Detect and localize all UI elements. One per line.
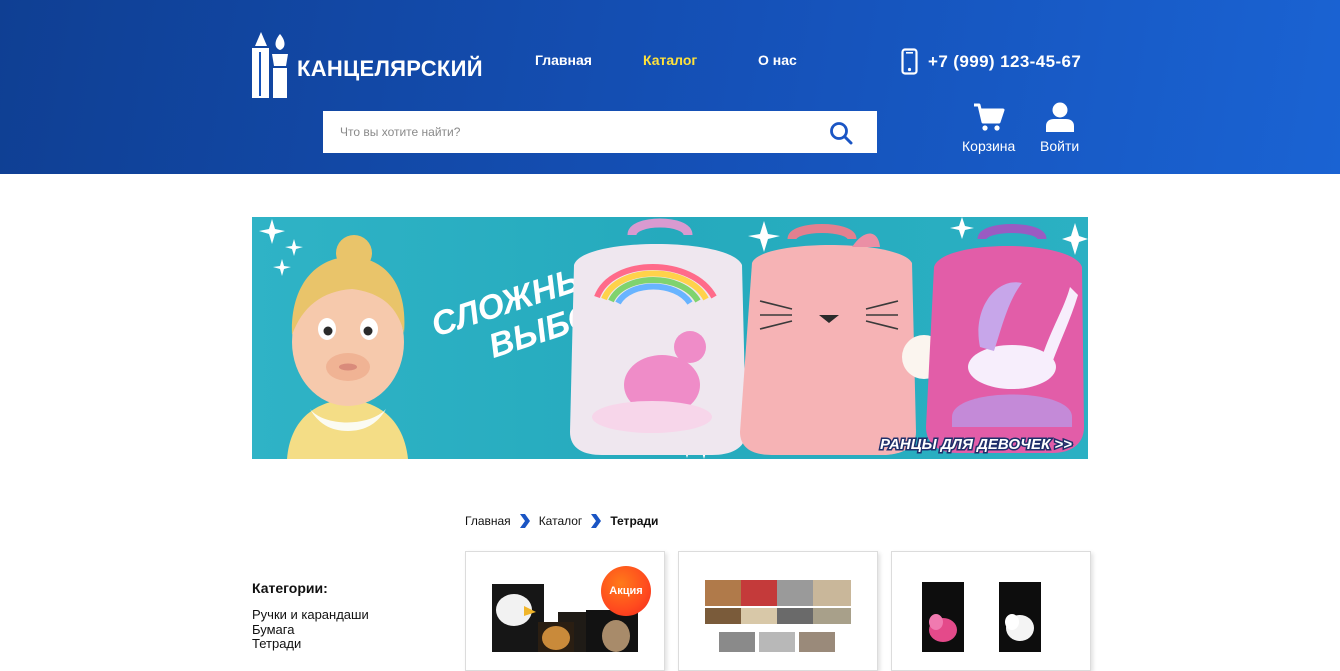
logo-icon xyxy=(252,32,288,98)
star-icon xyxy=(259,219,285,244)
product-image xyxy=(705,580,851,652)
promo-banner[interactable]: СЛОЖНЫЙ ВЫБОР РАНЦЫ ДЛЯ ДЕВОЧЕК >> xyxy=(252,217,1088,459)
star-icon xyxy=(1062,223,1088,255)
backpack-cat xyxy=(740,224,946,455)
categories-title: Категории: xyxy=(252,580,328,596)
backpack-pegasus xyxy=(926,224,1084,453)
login-button[interactable]: Войти xyxy=(1040,102,1079,154)
banner-cta: РАНЦЫ ДЛЯ ДЕВОЧЕК >> xyxy=(880,436,1072,453)
star-icon xyxy=(748,221,780,252)
phone-number: +7 (999) 123-45-67 xyxy=(928,51,1082,71)
search-input[interactable] xyxy=(323,111,813,153)
logo[interactable]: КАНЦЕЛЯРСКИЙ xyxy=(250,32,483,98)
sale-badge: Акция xyxy=(601,566,651,616)
breadcrumb-home[interactable]: Главная xyxy=(465,514,511,528)
breadcrumb-catalog[interactable]: Каталог xyxy=(539,514,583,528)
search-bar xyxy=(323,111,877,153)
phone-contact[interactable]: +7 (999) 123-45-67 xyxy=(901,48,1081,75)
logo-text: КАНЦЕЛЯРСКИЙ xyxy=(297,56,483,81)
nav-catalog[interactable]: Каталог xyxy=(643,52,697,68)
breadcrumb-current: Тетради xyxy=(610,514,659,528)
product-card[interactable] xyxy=(678,551,878,671)
breadcrumb: Главная Каталог Тетради xyxy=(465,514,658,528)
cart-label: Корзина xyxy=(962,138,1016,154)
girl-figure xyxy=(287,235,408,459)
star-icon xyxy=(950,217,974,239)
product-card[interactable] xyxy=(891,551,1091,671)
backpack-rainbow xyxy=(570,218,746,455)
search-icon[interactable] xyxy=(829,121,853,145)
user-icon xyxy=(1045,102,1074,132)
star-icon xyxy=(273,259,291,276)
categories-list: Ручки и карандаши Бумага Тетради xyxy=(252,607,369,652)
site-header: КАНЦЕЛЯРСКИЙ Главная Каталог О нас +7 (9… xyxy=(0,0,1340,174)
nav-home[interactable]: Главная xyxy=(535,52,592,68)
category-paper[interactable]: Бумага xyxy=(252,622,369,638)
chevron-right-icon xyxy=(591,514,602,528)
chevron-right-icon xyxy=(519,514,530,528)
banner-illustration: СЛОЖНЫЙ ВЫБОР РАНЦЫ ДЛЯ ДЕВОЧЕК >> xyxy=(259,217,1088,459)
product-image xyxy=(922,582,1041,652)
star-icon xyxy=(285,239,303,256)
phone-icon xyxy=(901,48,918,75)
category-pens[interactable]: Ручки и карандаши xyxy=(252,607,369,623)
cart-icon xyxy=(973,103,1005,131)
login-label: Войти xyxy=(1040,138,1080,154)
nav-about[interactable]: О нас xyxy=(758,52,797,68)
product-card[interactable]: Акция xyxy=(465,551,665,671)
category-notebooks[interactable]: Тетради xyxy=(252,636,369,652)
cart-button[interactable]: Корзина xyxy=(962,102,1015,154)
